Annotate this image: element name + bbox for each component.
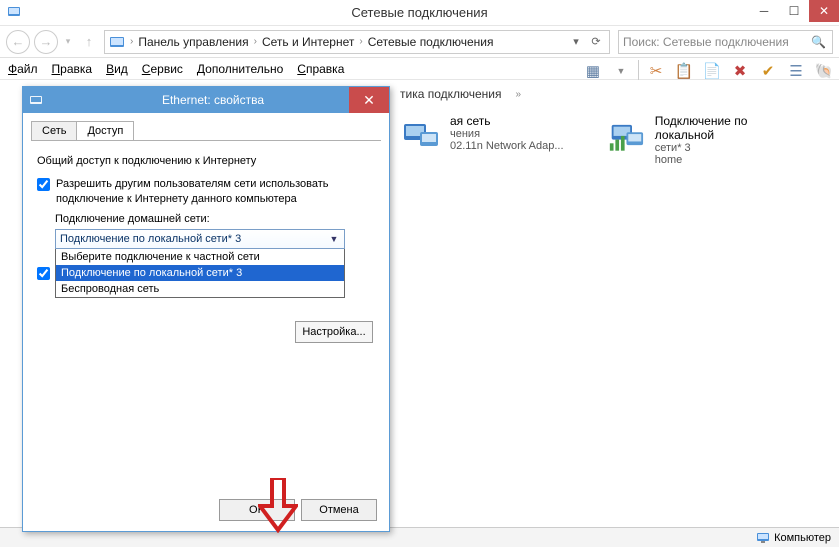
tab-network[interactable]: Сеть — [31, 121, 77, 140]
allow-sharing-checkbox[interactable] — [37, 178, 50, 191]
allow-control-checkbox[interactable] — [37, 267, 50, 280]
search-icon: 🔍 — [811, 35, 826, 49]
dialog-title-bar: Ethernet: свойства ✕ — [23, 87, 389, 113]
dialog-close-button[interactable]: ✕ — [349, 87, 389, 113]
menu-edit[interactable]: Правка — [52, 62, 93, 76]
allow-sharing-checkbox-row: Разрешить другим пользователям сети испо… — [37, 177, 375, 207]
folder-icon — [109, 34, 125, 50]
properties-icon[interactable]: ☰ — [785, 60, 807, 82]
menu-tools[interactable]: Сервис — [142, 62, 183, 76]
allow-control-checkbox-row — [37, 267, 50, 280]
home-network-combo[interactable]: Подключение по локальной сети* 3 ▼ — [55, 229, 345, 249]
delete-icon[interactable]: ✖ — [729, 60, 751, 82]
breadcrumb-sep: › — [127, 36, 136, 47]
menu-help[interactable]: Справка — [297, 62, 344, 76]
connection-item-lan3[interactable]: Подключение по локальной сети* 3 home — [608, 114, 798, 166]
window-controls: ─ ☐ ✕ — [749, 0, 839, 22]
connection-name: Подключение по локальной — [655, 114, 798, 142]
up-button[interactable]: ↑ — [78, 31, 100, 53]
computer-icon — [756, 531, 770, 545]
tab-sharing[interactable]: Доступ — [76, 121, 134, 140]
section-title: Общий доступ к подключению к Интернету — [37, 155, 375, 167]
maximize-button[interactable]: ☐ — [779, 0, 809, 22]
refresh-icon[interactable]: ⟳ — [587, 33, 605, 51]
command-bar: тика подключения » — [400, 80, 521, 108]
connection-item-wifi[interactable]: ая сеть чения 02.11n Network Adap... — [400, 114, 590, 166]
home-network-dropdown: Выберите подключение к частной сети Подк… — [55, 249, 345, 298]
combo-value: Подключение по локальной сети* 3 — [60, 233, 241, 245]
breadcrumb-item-2[interactable]: Сеть и Интернет — [262, 35, 354, 49]
organize-icon[interactable]: ▦ — [582, 60, 604, 82]
view-dropdown-icon[interactable]: ▼ — [610, 60, 632, 82]
cancel-button[interactable]: Отмена — [301, 499, 377, 521]
menu-view[interactable]: Вид — [106, 62, 128, 76]
properties-dialog: Ethernet: свойства ✕ Сеть Доступ Общий д… — [22, 86, 390, 532]
minimize-button[interactable]: ─ — [749, 0, 779, 22]
diagnose-label[interactable]: тика подключения — [400, 87, 502, 101]
lan-network-icon — [608, 114, 647, 156]
search-placeholder: Поиск: Сетевые подключения — [623, 35, 789, 49]
cut-icon[interactable]: ✂ — [645, 60, 667, 82]
dialog-tabs: Сеть Доступ — [23, 113, 389, 140]
back-button[interactable]: ← — [6, 30, 30, 54]
network-icon — [29, 93, 43, 107]
breadcrumb-sep: › — [356, 36, 365, 47]
ok-button[interactable]: OK — [219, 499, 295, 521]
shell-icon[interactable]: 🐚 — [813, 60, 835, 82]
home-network-label: Подключение домашней сети: — [55, 213, 375, 225]
paste-icon[interactable]: 📄 — [701, 60, 723, 82]
app-icon — [6, 4, 22, 20]
menu-file[interactable]: Файл — [8, 62, 38, 76]
status-location-label: Компьютер — [774, 532, 831, 544]
connections-list: ая сеть чения 02.11n Network Adap... Под… — [400, 114, 798, 166]
breadcrumb-item-3[interactable]: Сетевые подключения — [368, 35, 494, 49]
toolbar-separator — [638, 60, 639, 82]
dropdown-option-2[interactable]: Подключение по локальной сети* 3 — [56, 265, 344, 281]
forward-button[interactable]: → — [34, 30, 58, 54]
main-title-bar: Сетевые подключения ─ ☐ ✕ — [0, 0, 839, 26]
connection-adapter: 02.11n Network Adap... — [450, 140, 564, 152]
status-location: Компьютер — [756, 531, 831, 545]
navigation-row: ← → ▾ ↑ › Панель управления › Сеть и Инт… — [0, 26, 839, 58]
nav-history-dropdown[interactable]: ▾ — [62, 30, 74, 54]
address-bar[interactable]: › Панель управления › Сеть и Интернет › … — [104, 30, 610, 54]
dropdown-option-1[interactable]: Выберите подключение к частной сети — [56, 249, 344, 265]
dialog-title: Ethernet: свойства — [43, 93, 383, 107]
close-window-button[interactable]: ✕ — [809, 0, 839, 22]
menu-advanced[interactable]: Дополнительно — [197, 62, 283, 76]
command-overflow-icon[interactable]: » — [516, 89, 522, 100]
connection-name: ая сеть — [450, 114, 564, 128]
dialog-buttons: OK Отмена — [219, 499, 377, 521]
wifi-network-icon — [400, 114, 442, 156]
combo-arrow-icon: ▼ — [326, 231, 342, 247]
breadcrumb-sep: › — [251, 36, 260, 47]
connection-status: чения — [450, 128, 564, 140]
breadcrumb-item-1[interactable]: Панель управления — [138, 35, 248, 49]
check-icon[interactable]: ✔ — [757, 60, 779, 82]
connection-status: сети* 3 — [655, 142, 798, 154]
window-title: Сетевые подключения — [351, 5, 487, 20]
copy-icon[interactable]: 📋 — [673, 60, 695, 82]
allow-sharing-label: Разрешить другим пользователям сети испо… — [56, 177, 375, 207]
settings-button[interactable]: Настройка... — [295, 321, 373, 343]
address-dropdown-icon[interactable]: ▾ — [567, 33, 585, 51]
dialog-body: Общий доступ к подключению к Интернету Р… — [23, 141, 389, 308]
search-input[interactable]: Поиск: Сетевые подключения 🔍 — [618, 30, 833, 54]
connection-adapter: home — [655, 154, 798, 166]
dropdown-option-3[interactable]: Беспроводная сеть — [56, 281, 344, 297]
